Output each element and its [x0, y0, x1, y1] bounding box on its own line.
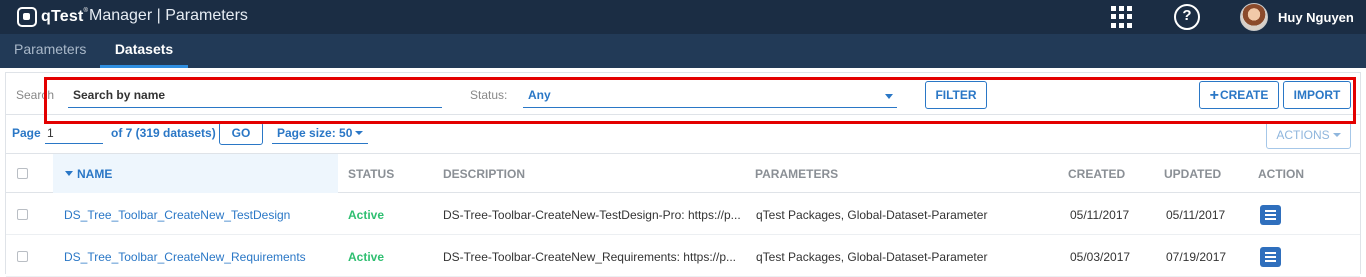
- parameters-value: qTest Packages, Global-Dataset-Parameter: [756, 208, 988, 222]
- table-row: DS_Tree_Toolbar_CreateNew_TestDesign Act…: [6, 195, 1360, 235]
- actions-button[interactable]: ACTIONS: [1266, 121, 1351, 149]
- search-input[interactable]: [68, 83, 442, 108]
- tab-parameters[interactable]: Parameters: [14, 34, 86, 68]
- actions-label: ACTIONS: [1276, 128, 1330, 142]
- table-header: NAME STATUS DESCRIPTION PARAMETERS CREAT…: [6, 153, 1360, 193]
- filter-button[interactable]: FILTER: [925, 81, 987, 109]
- filter-row: Search Status: Any FILTER +CREATE IMPORT: [6, 73, 1360, 115]
- sub-nav: Parameters Datasets: [0, 34, 1366, 68]
- status-value: Any: [528, 88, 551, 102]
- column-header-name[interactable]: NAME: [53, 154, 338, 193]
- tab-datasets[interactable]: Datasets: [100, 34, 188, 68]
- datasets-panel: Search Status: Any FILTER +CREATE IMPORT…: [5, 72, 1361, 277]
- page-count-text: of 7 (319 datasets): [111, 126, 216, 140]
- status-value: Active: [348, 250, 385, 264]
- column-header-created[interactable]: CREATED: [1068, 154, 1125, 193]
- row-checkbox[interactable]: [17, 251, 28, 262]
- column-label: NAME: [77, 167, 113, 181]
- sort-desc-icon: [65, 171, 73, 176]
- created-date: 05/03/2017: [1070, 250, 1131, 264]
- pagination-row: Page of 7 (319 datasets) GO Page size: 5…: [6, 115, 1360, 151]
- page-size-select[interactable]: Page size: 50: [272, 123, 369, 144]
- app-title: Manager | Parameters: [89, 7, 248, 24]
- created-date: 05/11/2017: [1070, 208, 1130, 222]
- avatar[interactable]: [1240, 3, 1268, 31]
- brand-text: qTest: [41, 8, 84, 25]
- page-size-label: Page size: 50: [277, 126, 353, 140]
- go-button[interactable]: GO: [219, 122, 263, 145]
- registered-mark: ®: [83, 8, 89, 14]
- row-checkbox[interactable]: [17, 209, 28, 220]
- column-header-status[interactable]: STATUS: [348, 154, 394, 193]
- brand-name[interactable]: qTest®: [41, 8, 88, 26]
- list-menu-icon[interactable]: [1260, 205, 1281, 225]
- parameters-value: qTest Packages, Global-Dataset-Parameter: [756, 250, 988, 264]
- table-row: DS_Tree_Toolbar_CreateNew_Requirements A…: [6, 237, 1360, 277]
- search-label: Search: [16, 88, 55, 102]
- column-header-parameters[interactable]: PARAMETERS: [755, 154, 838, 193]
- create-button[interactable]: +CREATE: [1199, 81, 1279, 109]
- page-number-input[interactable]: [45, 122, 103, 144]
- import-button[interactable]: IMPORT: [1283, 81, 1351, 109]
- list-menu-icon[interactable]: [1260, 247, 1281, 267]
- updated-date: 07/19/2017: [1166, 250, 1227, 264]
- qtest-logo-icon[interactable]: [17, 7, 37, 27]
- column-header-action: ACTION: [1258, 167, 1304, 181]
- column-header-description[interactable]: DESCRIPTION: [443, 154, 525, 193]
- help-icon[interactable]: ?: [1174, 4, 1200, 30]
- column-header-updated[interactable]: UPDATED: [1164, 154, 1221, 193]
- description-value: DS-Tree-Toolbar-CreateNew_Requirements: …: [443, 250, 737, 264]
- select-all-checkbox[interactable]: [17, 168, 28, 179]
- status-label: Status:: [470, 88, 508, 102]
- plus-icon: +: [1209, 87, 1219, 104]
- chevron-down-icon: [1332, 133, 1341, 137]
- updated-date: 05/11/2017: [1166, 208, 1226, 222]
- page-label: Page: [12, 126, 41, 140]
- status-value: Active: [348, 208, 385, 222]
- dataset-name-link[interactable]: DS_Tree_Toolbar_CreateNew_Requirements: [64, 237, 306, 277]
- top-bar: qTest® Manager | Parameters ? Huy Nguyen: [0, 0, 1366, 34]
- create-label: CREATE: [1219, 88, 1269, 102]
- user-name[interactable]: Huy Nguyen: [1278, 10, 1354, 25]
- chevron-down-icon: [355, 131, 364, 135]
- dataset-name-link[interactable]: DS_Tree_Toolbar_CreateNew_TestDesign: [64, 195, 290, 235]
- grid-apps-icon[interactable]: [1111, 6, 1133, 28]
- status-select[interactable]: Any: [523, 83, 897, 108]
- chevron-down-icon: [885, 94, 893, 99]
- description-value: DS-Tree-Toolbar-CreateNew-TestDesign-Pro…: [443, 208, 741, 222]
